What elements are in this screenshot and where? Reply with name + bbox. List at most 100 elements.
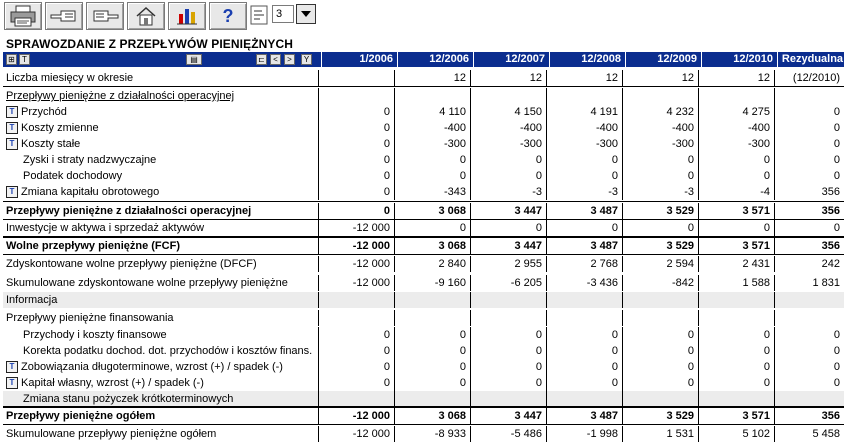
cell: 0 [774, 104, 844, 120]
cell: 12 [394, 70, 470, 86]
expand-all-icon[interactable]: ⊞ [6, 54, 17, 65]
pointing-hand-right-icon [90, 7, 120, 25]
home-button[interactable] [127, 2, 165, 30]
page-number-field[interactable]: 3 [272, 5, 294, 23]
detail-toggle-icon[interactable]: T [6, 361, 18, 373]
cell: -400 [698, 120, 774, 136]
table-row: Skumulowane przepływy pieniężne ogółem -… [3, 426, 844, 442]
prev-page-icon[interactable]: < [270, 54, 281, 65]
cell: -3 [470, 184, 546, 200]
detail-toggle-icon[interactable]: T [6, 106, 18, 118]
page-dropdown-button[interactable] [296, 4, 316, 24]
cell: -300 [470, 136, 546, 152]
detail-toggle-icon[interactable]: T [6, 377, 18, 389]
section-heading: Przepływy pieniężne finansowania [6, 312, 174, 324]
table-row: T Przychód 0 4 110 4 150 4 191 4 232 4 2… [3, 104, 844, 120]
table-view-icon[interactable]: ▤ [186, 54, 202, 65]
printer-icon [9, 5, 37, 27]
cell: 3 447 [470, 408, 546, 424]
cell [394, 292, 470, 308]
cell: 0 [470, 327, 546, 343]
cell: 356 [774, 408, 844, 424]
back-hand-button[interactable] [45, 2, 83, 30]
pointing-hand-left-icon [49, 7, 79, 25]
col-header: 12/2008 [549, 52, 625, 67]
cell: (12/2010) [774, 70, 844, 86]
cell: 356 [774, 238, 844, 254]
print-button[interactable] [4, 2, 42, 30]
first-page-icon[interactable]: ⊏ [256, 54, 267, 65]
help-button[interactable]: ? [209, 2, 247, 30]
cell: 0 [318, 343, 394, 359]
cell: -400 [622, 120, 698, 136]
cell: 5 102 [698, 426, 774, 442]
cell: 0 [394, 343, 470, 359]
cell: 5 458 [774, 426, 844, 442]
cell: 3 529 [622, 408, 698, 424]
cell: 0 [774, 136, 844, 152]
next-page-icon[interactable]: > [284, 54, 295, 65]
cell [318, 391, 394, 407]
divider [3, 424, 844, 425]
table-row: Przepływy pieniężne z działalności opera… [3, 203, 844, 219]
cell: 356 [774, 203, 844, 219]
cell: 0 [470, 152, 546, 168]
divider [3, 254, 844, 255]
cell: 4 232 [622, 104, 698, 120]
cell: 0 [698, 220, 774, 236]
row-label: Przychody i koszty finansowe [23, 329, 167, 341]
cell: -300 [698, 136, 774, 152]
cell: -300 [622, 136, 698, 152]
info-row: Informacja [3, 292, 844, 308]
section-heading: Informacja [6, 294, 58, 306]
cell: 12 [546, 70, 622, 86]
cell: -8 933 [394, 426, 470, 442]
cell: 0 [470, 168, 546, 184]
cell: 3 487 [546, 408, 622, 424]
list-lines-icon [250, 3, 270, 27]
cell: 0 [318, 184, 394, 200]
table-row: T Kapitał własny, wzrost (+) / spadek (-… [3, 375, 844, 391]
cell: 0 [698, 327, 774, 343]
col-header: 12/2009 [625, 52, 701, 67]
cell: 0 [698, 359, 774, 375]
cell: 0 [698, 168, 774, 184]
cell: 4 191 [546, 104, 622, 120]
cell [698, 292, 774, 308]
cell [546, 310, 622, 326]
cell: 0 [774, 327, 844, 343]
cell: 3 447 [470, 203, 546, 219]
cell: 2 431 [698, 256, 774, 272]
cell: -6 205 [470, 275, 546, 291]
cell: 3 571 [698, 408, 774, 424]
cell: 0 [622, 327, 698, 343]
section-heading: Przepływy pieniężne z działalności opera… [6, 90, 235, 102]
cell: 1 531 [622, 426, 698, 442]
cell [774, 310, 844, 326]
row-label: Korekta podatku dochod. dot. przychodów … [23, 345, 313, 357]
cell: -1 998 [546, 426, 622, 442]
cell: 0 [774, 152, 844, 168]
cell: 0 [318, 104, 394, 120]
detail-toggle-icon[interactable]: T [6, 122, 18, 134]
cell: 0 [698, 152, 774, 168]
cell: 0 [774, 120, 844, 136]
collapse-icon[interactable]: T [19, 54, 30, 65]
table-row: T Koszty stałe 0 -300 -300 -300 -300 -30… [3, 136, 844, 152]
detail-toggle-icon[interactable]: T [6, 138, 18, 150]
row-label: Przychód [21, 106, 67, 118]
detail-toggle-icon[interactable]: T [6, 186, 18, 198]
forward-hand-button[interactable] [86, 2, 124, 30]
row-label: Zdyskontowane wolne przepływy pieniężne … [6, 258, 257, 270]
cell: 0 [622, 343, 698, 359]
page-selector[interactable]: 3 [250, 3, 316, 27]
cell: -12 000 [318, 238, 394, 254]
cell: 0 [698, 375, 774, 391]
cell [318, 292, 394, 308]
row-label: Podatek dochodowy [23, 170, 123, 182]
cell: 0 [470, 375, 546, 391]
filter-icon[interactable]: Y [301, 54, 312, 65]
cell: 0 [318, 375, 394, 391]
chart-button[interactable] [168, 2, 206, 30]
cell: -5 486 [470, 426, 546, 442]
